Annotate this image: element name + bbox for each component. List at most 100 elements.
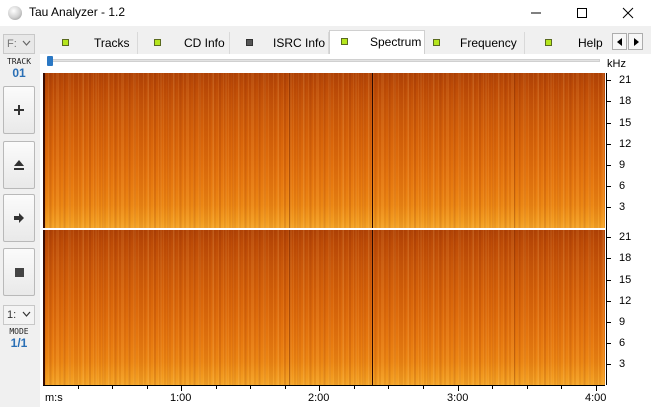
tabs-scroll-right-button[interactable]: [628, 33, 643, 50]
drive-select[interactable]: F:: [3, 34, 35, 54]
tab-isrc-info[interactable]: ISRC Info: [230, 32, 329, 54]
maximize-button[interactable]: [559, 0, 605, 26]
time-tick-label: 3:00: [447, 392, 469, 404]
tab-label: CD Info: [184, 36, 225, 50]
frequency-tick-label: 6: [619, 337, 626, 349]
tab-help[interactable]: Help: [525, 32, 610, 54]
tab-label: Help: [578, 36, 603, 50]
frequency-tick: [606, 280, 611, 281]
frequency-tick: [606, 186, 611, 187]
frequency-tick: [606, 301, 611, 302]
time-minor-tick: [250, 386, 251, 389]
time-minor-tick: [561, 386, 562, 389]
mode-select-value: 1:: [7, 309, 17, 321]
frequency-tick-label: 9: [619, 159, 626, 171]
frequency-tick: [606, 258, 611, 259]
time-minor-tick: [527, 386, 528, 389]
frequency-tick-label: 15: [619, 117, 632, 129]
led-indicator: [62, 39, 69, 46]
chevron-down-icon: [22, 40, 31, 46]
led-indicator: [433, 39, 440, 46]
tabs-scroll-left-button[interactable]: [612, 33, 627, 50]
tab-frequency[interactable]: Frequency: [425, 32, 525, 54]
minimize-icon: [531, 12, 541, 14]
sidebar: F: TRACK 01 1: MODE 1/1: [0, 30, 38, 407]
led-indicator: [545, 39, 552, 46]
frequency-axis-top: 21 18 15 12 9 6 3: [606, 73, 651, 228]
time-tick: [596, 386, 597, 391]
eject-icon: [14, 160, 24, 170]
plus-icon: [14, 105, 24, 115]
tab-spectrum[interactable]: Spectrum: [329, 30, 425, 54]
chevron-left-icon: [616, 37, 622, 46]
frequency-axis-bottom: 21 18 15 12 9 6 3: [606, 230, 651, 385]
spectrogram-left-channel[interactable]: [43, 73, 605, 228]
time-tick: [319, 386, 320, 391]
title-bar: Tau Analyzer - 1.2: [0, 0, 651, 26]
frequency-tick-label: 21: [619, 74, 632, 86]
minimize-button[interactable]: [513, 0, 559, 26]
time-axis: m:s 1:00 2:00 3:00 4:00: [43, 385, 607, 407]
tab-label: ISRC Info: [273, 36, 326, 50]
frequency-tick: [606, 80, 611, 81]
close-button[interactable]: [605, 0, 651, 26]
frequency-tick: [606, 123, 611, 124]
frequency-tick-label: 21: [619, 231, 632, 243]
position-slider-thumb[interactable]: [47, 56, 53, 66]
frequency-tick: [606, 364, 611, 365]
next-button[interactable]: [3, 194, 35, 242]
frequency-tick: [606, 101, 611, 102]
tab-tracks[interactable]: Tracks: [40, 32, 138, 54]
frequency-tick-label: 3: [619, 358, 626, 370]
close-icon: [622, 7, 634, 19]
time-tick-label: 4:00: [585, 392, 607, 404]
position-slider[interactable]: [48, 59, 600, 62]
time-minor-tick: [285, 386, 286, 389]
window-title: Tau Analyzer - 1.2: [29, 5, 126, 19]
tab-cd-info[interactable]: CD Info: [138, 32, 230, 54]
time-tick: [458, 386, 459, 391]
time-minor-tick: [112, 386, 113, 389]
track-label: TRACK: [6, 57, 32, 66]
frequency-tick-label: 6: [619, 180, 626, 192]
spectrogram-right-channel[interactable]: [43, 230, 605, 385]
maximize-icon: [577, 8, 587, 18]
spectrum-panel: kHz 21 18 15 12 9 6 3 21 18 15 12 9 6 3 m:s 1:00 2:00…: [40, 54, 651, 407]
time-minor-tick: [423, 386, 424, 389]
arrow-right-icon: [14, 213, 24, 223]
time-tick: [181, 386, 182, 391]
tab-label: Tracks: [94, 36, 130, 50]
frequency-tick: [606, 165, 611, 166]
time-minor-tick: [216, 386, 217, 389]
frequency-tick: [606, 237, 611, 238]
frequency-tick-label: 18: [619, 252, 632, 264]
chevron-down-icon: [22, 311, 31, 317]
time-unit-label: m:s: [45, 392, 63, 404]
led-indicator: [341, 38, 348, 45]
playhead-line: [372, 73, 373, 228]
tab-bar: Tracks CD Info ISRC Info Spectrum Freque…: [40, 30, 651, 54]
mode-value: 1/1: [10, 336, 28, 350]
chevron-right-icon: [633, 37, 639, 46]
eject-button[interactable]: [3, 141, 35, 189]
tab-label: Spectrum: [370, 35, 422, 49]
frequency-tick-label: 3: [619, 201, 626, 213]
time-minor-tick: [388, 386, 389, 389]
frequency-tick-label: 12: [619, 138, 632, 150]
mode-label: MODE: [9, 327, 29, 336]
track-number: 01: [12, 66, 26, 80]
stop-button[interactable]: [3, 248, 35, 296]
add-button[interactable]: [3, 86, 35, 134]
time-minor-tick: [147, 386, 148, 389]
frequency-tick: [606, 207, 611, 208]
app-icon: [8, 6, 22, 20]
time-minor-tick: [354, 386, 355, 389]
frequency-tick: [606, 322, 611, 323]
mode-select[interactable]: 1:: [3, 305, 35, 325]
frequency-unit-label: kHz: [607, 58, 626, 70]
frequency-tick-label: 12: [619, 295, 632, 307]
time-minor-tick: [78, 386, 79, 389]
led-indicator: [154, 39, 161, 46]
frequency-tick-label: 9: [619, 316, 626, 328]
led-indicator: [246, 39, 253, 46]
